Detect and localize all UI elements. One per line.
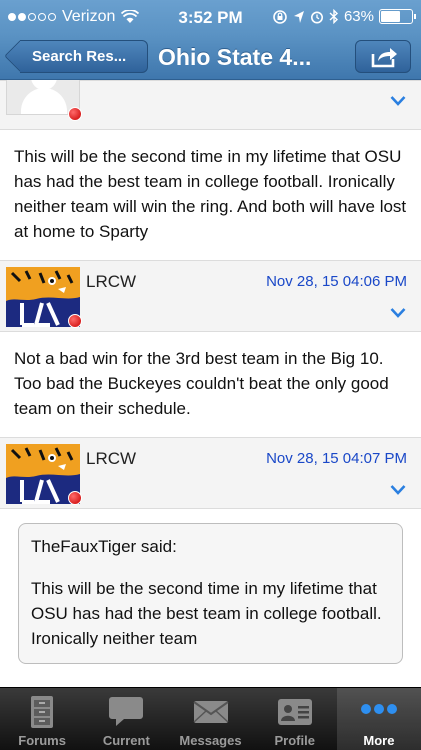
- navigation-bar: Search Res... Ohio State 4...: [0, 34, 421, 80]
- thread-title: Ohio State 4...: [158, 44, 312, 70]
- speech-bubble-icon: [109, 697, 144, 726]
- back-button-label: Search Res...: [32, 48, 127, 65]
- offline-status-icon: [68, 314, 82, 328]
- battery-icon: [379, 9, 416, 24]
- post-body: This will be the second time in my lifet…: [0, 130, 421, 260]
- post-username[interactable]: LRCW: [86, 272, 136, 292]
- more-dots-icon: [360, 704, 397, 714]
- tab-label: Messages: [179, 733, 242, 748]
- post-username[interactable]: LRCW: [86, 449, 136, 469]
- quote-block: TheFauxTiger said: This will be the seco…: [18, 523, 403, 664]
- cabinet-icon: [31, 696, 54, 728]
- id-card-icon: [277, 699, 312, 725]
- chevron-down-icon[interactable]: [390, 95, 406, 107]
- tab-messages[interactable]: Messages: [168, 688, 252, 750]
- tab-forums[interactable]: Forums: [0, 688, 84, 750]
- offline-status-icon: [68, 491, 82, 505]
- share-button[interactable]: [355, 40, 411, 73]
- post-header: LRCW Nov 28, 15 04:07 PM: [0, 437, 421, 509]
- tab-profile[interactable]: Profile: [253, 688, 337, 750]
- location-icon: [293, 10, 304, 23]
- post-body: Not a bad win for the 3rd best team in t…: [0, 332, 421, 437]
- tab-label: Profile: [274, 733, 315, 748]
- post-date: Nov 28, 15 04:06 PM: [266, 273, 407, 290]
- tab-current[interactable]: Current: [84, 688, 168, 750]
- envelope-icon: [192, 701, 229, 723]
- share-icon: [371, 48, 397, 68]
- thread-content[interactable]: This will be the second time in my lifet…: [0, 80, 421, 687]
- battery-percent: 63%: [343, 8, 374, 25]
- quote-container: TheFauxTiger said: This will be the seco…: [0, 509, 421, 664]
- app-screen: Verizon 3:52 PM 63% Search Res... Ohio S…: [0, 0, 421, 750]
- quote-author: TheFauxTiger said:: [31, 537, 177, 556]
- alarm-icon: [310, 11, 323, 23]
- status-bar: Verizon 3:52 PM 63%: [0, 0, 421, 34]
- chevron-down-icon[interactable]: [390, 484, 406, 496]
- tab-label: Current: [102, 733, 150, 748]
- post-date: Nov 28, 15 04:07 PM: [266, 450, 407, 467]
- tab-label: Forums: [18, 733, 66, 748]
- offline-status-icon: [68, 107, 82, 121]
- tab-bar: Forums Current Messages Profile More: [0, 687, 421, 750]
- rotation-lock-icon: [273, 9, 287, 24]
- tab-label: More: [363, 733, 395, 748]
- post-header: LRCW Nov 28, 15 04:06 PM: [0, 260, 421, 332]
- status-right: 63%: [272, 8, 416, 25]
- back-button[interactable]: Search Res...: [4, 39, 148, 73]
- chevron-down-icon[interactable]: [390, 307, 406, 319]
- post-header: [0, 80, 421, 130]
- tab-more[interactable]: More: [336, 688, 421, 750]
- battery-fill: [381, 11, 400, 22]
- bluetooth-icon: [329, 9, 338, 24]
- quote-text: This will be the second time in my lifet…: [31, 579, 382, 648]
